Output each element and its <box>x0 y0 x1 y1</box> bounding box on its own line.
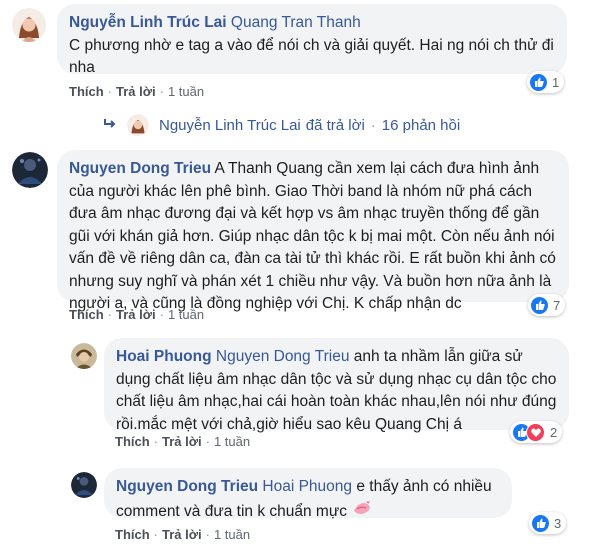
avatar[interactable] <box>127 114 149 136</box>
replies-author[interactable]: Nguyễn Linh Trúc Lai <box>159 117 301 134</box>
comment-author[interactable]: Nguyễn Linh Trúc Lai <box>69 14 227 31</box>
comment-text: vấn đề về riêng dân ca, đàn ca tài tử th… <box>69 250 556 267</box>
kiss-emoji-icon <box>351 499 373 525</box>
love-reaction-icon <box>526 422 545 442</box>
like-reaction-icon <box>532 514 549 532</box>
comment-bubble: Nguyễn Linh Trúc Lai Quang Tran Thanh C … <box>57 4 567 76</box>
comment-text: chất liệu âm nhạc,hai cái hoàn toàn khác… <box>116 393 557 410</box>
tagged-user[interactable]: Hoai Phuong <box>262 478 352 495</box>
reaction-count[interactable]: 3 <box>529 512 567 534</box>
comment-text: nha <box>69 59 95 76</box>
reply-link[interactable]: Trả lời <box>162 527 202 542</box>
reaction-count[interactable]: 7 <box>528 294 566 316</box>
reply-bubble: Nguyen Dong Trieu Hoai Phuong e thấy ảnh… <box>104 468 512 520</box>
comment-bubble: Nguyen Dong Trieu A Thanh Quang cần xem … <box>57 150 569 312</box>
timestamp[interactable]: 1 tuần <box>214 527 250 542</box>
comment-text: của người khác lên phê bình. Giao Thời b… <box>69 182 533 200</box>
comment-text: rồi.mắc mệt với chả,giờ hiểu sao kêu Qua… <box>116 415 462 433</box>
reaction-count[interactable]: 1 <box>527 71 565 93</box>
comment-actions: Thích · Trả lời · 1 tuần <box>69 307 205 322</box>
comment-text: gũi với khán giả hơn. Giúp nhạc dân tộc … <box>69 227 555 245</box>
replies-count[interactable]: 16 phản hồi <box>382 117 460 134</box>
timestamp[interactable]: 1 tuần <box>214 434 250 449</box>
reply-link[interactable]: Trả lời <box>162 434 202 449</box>
comment-text: anh ta nhầm lẫn giữa sử <box>353 348 523 365</box>
tagged-user[interactable]: Quang Tran Thanh <box>231 14 361 31</box>
comment-actions: Thích · Trả lời · 1 tuần <box>115 434 251 449</box>
like-link[interactable]: Thích <box>115 434 150 449</box>
comment-author[interactable]: Nguyen Dong Trieu <box>116 478 258 495</box>
comment-actions: Thích · Trả lời · 1 tuần <box>115 527 251 542</box>
avatar[interactable] <box>71 472 97 498</box>
avatar[interactable] <box>12 8 46 42</box>
like-link[interactable]: Thích <box>69 84 104 99</box>
timestamp[interactable]: 1 tuần <box>168 307 204 322</box>
comment-author[interactable]: Hoai Phuong <box>116 348 212 365</box>
comment-text: A Thanh Quang cần xem lại cách đưa hình … <box>214 160 540 177</box>
comment-text: e thấy ảnh có nhiều <box>356 478 492 495</box>
timestamp[interactable]: 1 tuần <box>168 84 204 99</box>
like-reaction-icon <box>530 73 547 91</box>
comment-text: comment và đưa tin k chuẩn mực <box>116 502 347 520</box>
like-link[interactable]: Thích <box>115 527 150 542</box>
comment-text: đưa âm nhạc đương đại và kết hợp vs âm n… <box>69 205 540 222</box>
comment-author[interactable]: Nguyen Dong Trieu <box>69 160 211 177</box>
comment-text: dụng chất liệu âm nhạc dân tộc và sử dụn… <box>116 370 557 388</box>
reply-bubble: Hoai Phuong Nguyen Dong Trieu anh ta nhầ… <box>104 338 569 433</box>
avatar[interactable] <box>12 152 48 188</box>
view-replies-link[interactable]: Nguyễn Linh Trúc Lai đã trả lời · 16 phả… <box>103 114 460 136</box>
comment-text: C phương nhờ e tag a vào để nói ch và gi… <box>69 36 554 54</box>
like-link[interactable]: Thích <box>69 307 104 322</box>
replies-text: đã trả lời <box>305 116 365 134</box>
reply-arrow-icon <box>103 117 117 134</box>
like-reaction-icon <box>531 296 548 314</box>
reply-link[interactable]: Trả lời <box>116 84 156 99</box>
avatar[interactable] <box>71 343 97 369</box>
reply-link[interactable]: Trả lời <box>116 307 156 322</box>
comment-text: nhưng suy nghĩ và phán xét 1 chiều như v… <box>69 272 552 290</box>
reaction-count[interactable]: 2 <box>510 421 563 443</box>
tagged-user[interactable]: Nguyen Dong Trieu <box>216 348 350 365</box>
comment-actions: Thích · Trả lời · 1 tuần <box>69 84 205 99</box>
